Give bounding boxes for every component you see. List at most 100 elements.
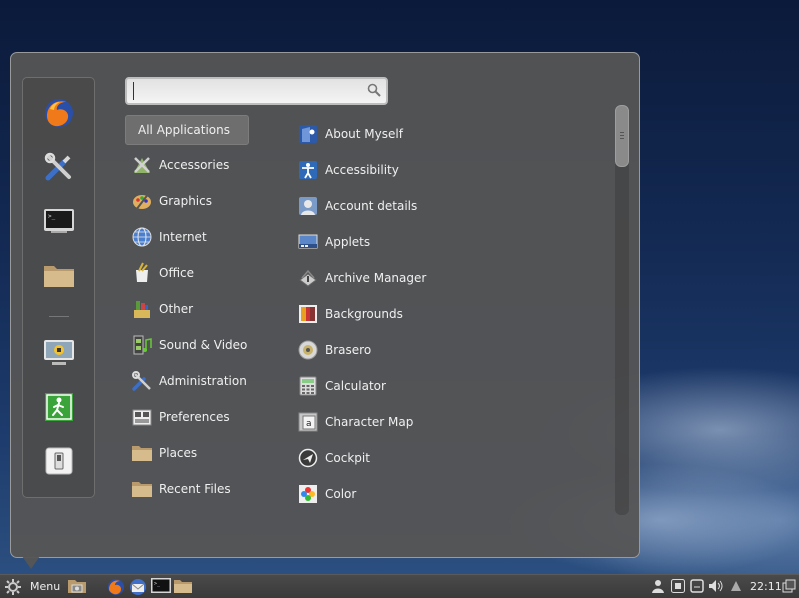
firefox-icon (108, 579, 124, 595)
app-about-myself[interactable]: About Myself (295, 119, 595, 149)
app-accessibility[interactable]: Accessibility (295, 155, 595, 185)
favorite-firefox[interactable] (40, 94, 78, 132)
menu-pointer (22, 556, 40, 569)
cockpit-icon (297, 447, 319, 469)
app-label: Brasero (325, 343, 372, 357)
graphics-icon (131, 190, 153, 212)
menu-button[interactable] (4, 578, 22, 596)
about-myself-icon (297, 123, 319, 145)
internet-globe-icon (131, 226, 153, 248)
category-label: Other (159, 302, 194, 316)
app-brasero[interactable]: Brasero (295, 335, 595, 365)
tray-workspace-switcher[interactable] (782, 579, 796, 593)
launcher-files[interactable] (174, 578, 192, 594)
category-preferences[interactable]: Preferences (125, 402, 249, 432)
category-office[interactable]: Office (125, 258, 249, 288)
taskbar: Menu >_ 22:11 (0, 574, 799, 598)
category-internet[interactable]: Internet (125, 222, 249, 252)
category-label: Administration (159, 374, 247, 388)
tray-keyboard[interactable] (671, 579, 685, 593)
launcher-terminal[interactable]: >_ (151, 578, 171, 595)
category-administration[interactable]: Administration (125, 366, 249, 396)
favorite-lock-screen[interactable] (40, 334, 78, 372)
office-icon (131, 262, 153, 284)
tray-user[interactable] (652, 579, 664, 593)
terminal-icon: >_ (44, 209, 74, 233)
launcher-thunderbird[interactable] (129, 578, 147, 596)
app-account-details[interactable]: Account details (295, 191, 595, 221)
app-label: Accessibility (325, 163, 399, 177)
app-label: Backgrounds (325, 307, 403, 321)
category-label: Accessories (159, 158, 230, 172)
app-calculator[interactable]: Calculator (295, 371, 595, 401)
category-other[interactable]: Other (125, 294, 249, 324)
tray-notifications[interactable] (690, 579, 704, 593)
svg-text:>_: >_ (154, 581, 161, 587)
menu-label[interactable]: Menu (30, 580, 60, 593)
favorites-separator (49, 316, 69, 317)
category-graphics[interactable]: Graphics (125, 186, 249, 216)
character-map-icon: a (297, 411, 319, 433)
favorite-files[interactable] (40, 256, 78, 294)
favorite-logout[interactable] (40, 388, 78, 426)
category-accessories[interactable]: Accessories (125, 150, 249, 180)
category-label: Preferences (159, 410, 230, 424)
category-sound-video[interactable]: Sound & Video (125, 330, 249, 360)
app-label: Cockpit (325, 451, 370, 465)
app-label: Account details (325, 199, 418, 213)
terminal-icon: >_ (151, 578, 171, 593)
app-label: Color (325, 487, 357, 501)
show-desktop-icon (68, 580, 86, 593)
category-label: Sound & Video (159, 338, 248, 352)
show-desktop-button[interactable] (67, 578, 87, 594)
user-icon (652, 580, 664, 593)
app-applets[interactable]: Applets (295, 227, 595, 257)
tray-network[interactable] (729, 579, 743, 593)
app-cockpit[interactable]: Cockpit (295, 443, 595, 473)
system-tools-icon (44, 152, 71, 181)
tray-volume[interactable] (708, 579, 724, 593)
search-box[interactable] (125, 77, 388, 105)
launcher-firefox[interactable] (107, 578, 125, 596)
favorite-terminal[interactable]: >_ (40, 202, 78, 240)
category-label: Office (159, 266, 195, 280)
volume-icon (709, 580, 723, 592)
app-character-map[interactable]: a Character Map (295, 407, 595, 437)
category-all-applications[interactable]: All Applications (125, 115, 249, 145)
app-archive-manager[interactable]: Archive Manager (295, 263, 595, 293)
category-label: Internet (159, 230, 207, 244)
archive-manager-icon (297, 267, 319, 289)
workspace-switcher-icon (782, 579, 796, 593)
category-label: All Applications (138, 123, 230, 137)
search-icon[interactable] (367, 83, 381, 97)
folder-icon (131, 442, 153, 464)
clock[interactable]: 22:11 (750, 580, 782, 593)
notifications-icon (690, 579, 704, 593)
accessories-icon (131, 154, 153, 176)
app-color[interactable]: Color (295, 479, 595, 509)
favorite-shutdown[interactable] (40, 442, 78, 480)
sound-video-icon (131, 334, 153, 356)
color-icon (297, 483, 319, 505)
folder-icon (131, 478, 153, 500)
category-label: Recent Files (159, 482, 231, 496)
app-label: Applets (325, 235, 371, 249)
app-backgrounds[interactable]: Backgrounds (295, 299, 595, 329)
category-recent-files[interactable]: Recent Files (125, 474, 249, 504)
svg-text:>_: >_ (48, 213, 56, 220)
scrollbar-thumb[interactable] (615, 105, 629, 167)
applets-icon (297, 231, 319, 253)
files-folder-icon (44, 266, 74, 287)
network-icon (731, 581, 741, 591)
other-icon (131, 298, 153, 320)
shutdown-icon (45, 447, 73, 475)
favorite-system-tools[interactable] (40, 148, 78, 186)
calculator-icon (297, 375, 319, 397)
search-input[interactable] (133, 82, 363, 100)
app-label: Calculator (325, 379, 386, 393)
preferences-icon (131, 406, 153, 428)
category-places[interactable]: Places (125, 438, 249, 468)
logout-icon (45, 393, 73, 421)
app-label: Archive Manager (325, 271, 427, 285)
accessibility-icon (297, 159, 319, 181)
